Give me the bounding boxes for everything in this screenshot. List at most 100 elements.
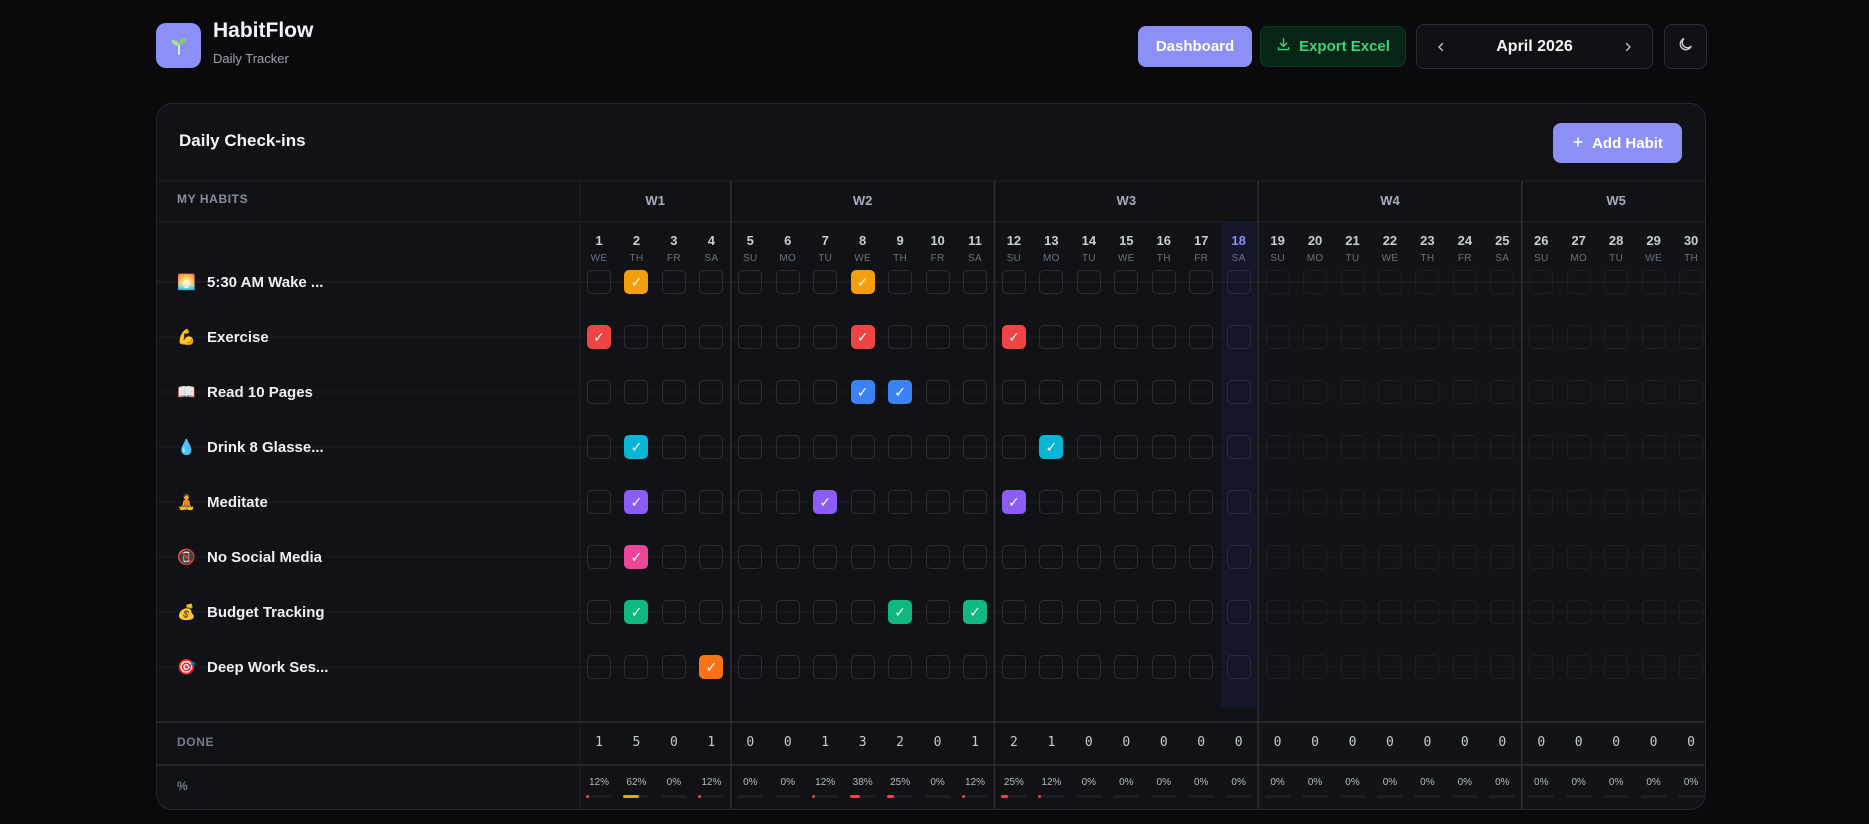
checkbox[interactable] [699,435,724,459]
checkbox[interactable] [963,545,987,569]
chevron-left-icon[interactable] [1423,25,1459,68]
checkbox[interactable] [699,325,724,349]
checkbox[interactable] [925,270,950,294]
checkbox[interactable] [738,655,763,679]
checkbox[interactable] [699,600,724,624]
checkbox[interactable] [775,490,800,514]
checkbox[interactable] [963,270,987,294]
checkbox[interactable] [587,490,611,514]
checkbox[interactable] [738,325,763,349]
checkbox[interactable] [587,270,611,294]
habit-name[interactable]: Read 10 Pages [207,384,313,401]
checkbox[interactable] [813,545,838,569]
checkbox[interactable] [1189,600,1214,624]
checkbox[interactable] [1189,490,1214,514]
checkbox[interactable] [1039,325,1064,349]
add-habit-button[interactable]: Add Habit [1553,123,1682,163]
checkbox[interactable] [624,655,649,679]
checkbox[interactable] [813,435,838,459]
checkbox[interactable] [738,380,763,404]
checkbox[interactable] [963,435,987,459]
checkbox[interactable] [775,435,800,459]
checkbox-checked[interactable]: ✓ [888,380,913,404]
checkbox[interactable] [624,325,649,349]
checkbox[interactable] [813,380,838,404]
checkbox[interactable] [1114,325,1139,349]
checkbox[interactable] [888,545,913,569]
checkbox[interactable] [1189,655,1214,679]
habit-name[interactable]: Budget Tracking [207,604,325,621]
checkbox[interactable] [1226,325,1251,349]
checkbox[interactable] [925,490,950,514]
chevron-right-icon[interactable] [1610,25,1646,68]
checkbox-checked[interactable]: ✓ [1001,325,1026,349]
checkbox[interactable] [813,600,838,624]
checkbox[interactable] [1189,325,1214,349]
checkbox[interactable] [1114,655,1139,679]
checkbox[interactable] [1114,435,1139,459]
checkbox-checked[interactable]: ✓ [624,490,649,514]
habit-name[interactable]: Deep Work Ses... [207,659,328,676]
checkbox[interactable] [963,325,987,349]
checkbox[interactable] [587,435,611,459]
checkbox[interactable] [624,380,649,404]
checkbox-checked[interactable]: ✓ [1039,435,1064,459]
checkbox[interactable] [661,435,686,459]
checkbox[interactable] [850,435,875,459]
checkbox[interactable] [1001,380,1026,404]
checkbox[interactable] [1226,270,1251,294]
checkbox[interactable] [738,545,763,569]
checkbox[interactable] [813,655,838,679]
export-excel-button[interactable]: Export Excel [1260,26,1406,67]
checkbox[interactable] [1114,270,1139,294]
checkbox[interactable] [1226,380,1251,404]
checkbox[interactable] [775,545,800,569]
checkbox-checked[interactable]: ✓ [699,655,724,679]
checkbox[interactable] [1189,380,1214,404]
checkbox[interactable] [963,655,987,679]
checkbox-checked[interactable]: ✓ [850,325,875,349]
checkbox[interactable] [1076,490,1101,514]
checkbox[interactable] [661,545,686,569]
checkbox[interactable] [850,490,875,514]
checkbox[interactable] [850,545,875,569]
checkbox[interactable] [850,655,875,679]
checkbox[interactable] [738,270,763,294]
checkbox[interactable] [661,270,686,294]
checkbox[interactable] [587,655,611,679]
habit-name[interactable]: Drink 8 Glasse... [207,439,324,456]
checkbox[interactable] [888,325,913,349]
checkbox[interactable] [587,545,611,569]
checkbox[interactable] [661,655,686,679]
checkbox[interactable] [925,380,950,404]
checkbox[interactable] [775,600,800,624]
checkbox[interactable] [1189,545,1214,569]
checkbox[interactable] [1076,435,1101,459]
checkbox[interactable] [775,270,800,294]
checkbox[interactable] [738,435,763,459]
checkbox[interactable] [1039,600,1064,624]
checkbox[interactable] [699,490,724,514]
checkbox[interactable] [1226,600,1251,624]
checkbox[interactable] [1076,380,1101,404]
checkbox[interactable] [1151,380,1176,404]
habit-name[interactable]: 5:30 AM Wake ... [207,274,323,291]
checkbox[interactable] [661,600,686,624]
checkbox-checked[interactable]: ✓ [624,270,649,294]
checkbox-checked[interactable]: ✓ [1001,490,1026,514]
theme-toggle-button[interactable] [1664,24,1707,69]
checkbox[interactable] [1076,270,1101,294]
checkbox[interactable] [1151,545,1176,569]
checkbox[interactable] [1226,435,1251,459]
checkbox[interactable] [1151,435,1176,459]
checkbox[interactable] [925,655,950,679]
checkbox-checked[interactable]: ✓ [888,600,913,624]
checkbox-checked[interactable]: ✓ [850,270,875,294]
checkbox[interactable] [1039,545,1064,569]
checkbox[interactable] [1076,600,1101,624]
checkbox[interactable] [775,325,800,349]
checkbox[interactable] [850,600,875,624]
checkbox[interactable] [1001,435,1026,459]
checkbox-checked[interactable]: ✓ [963,600,987,624]
checkbox[interactable] [1151,600,1176,624]
